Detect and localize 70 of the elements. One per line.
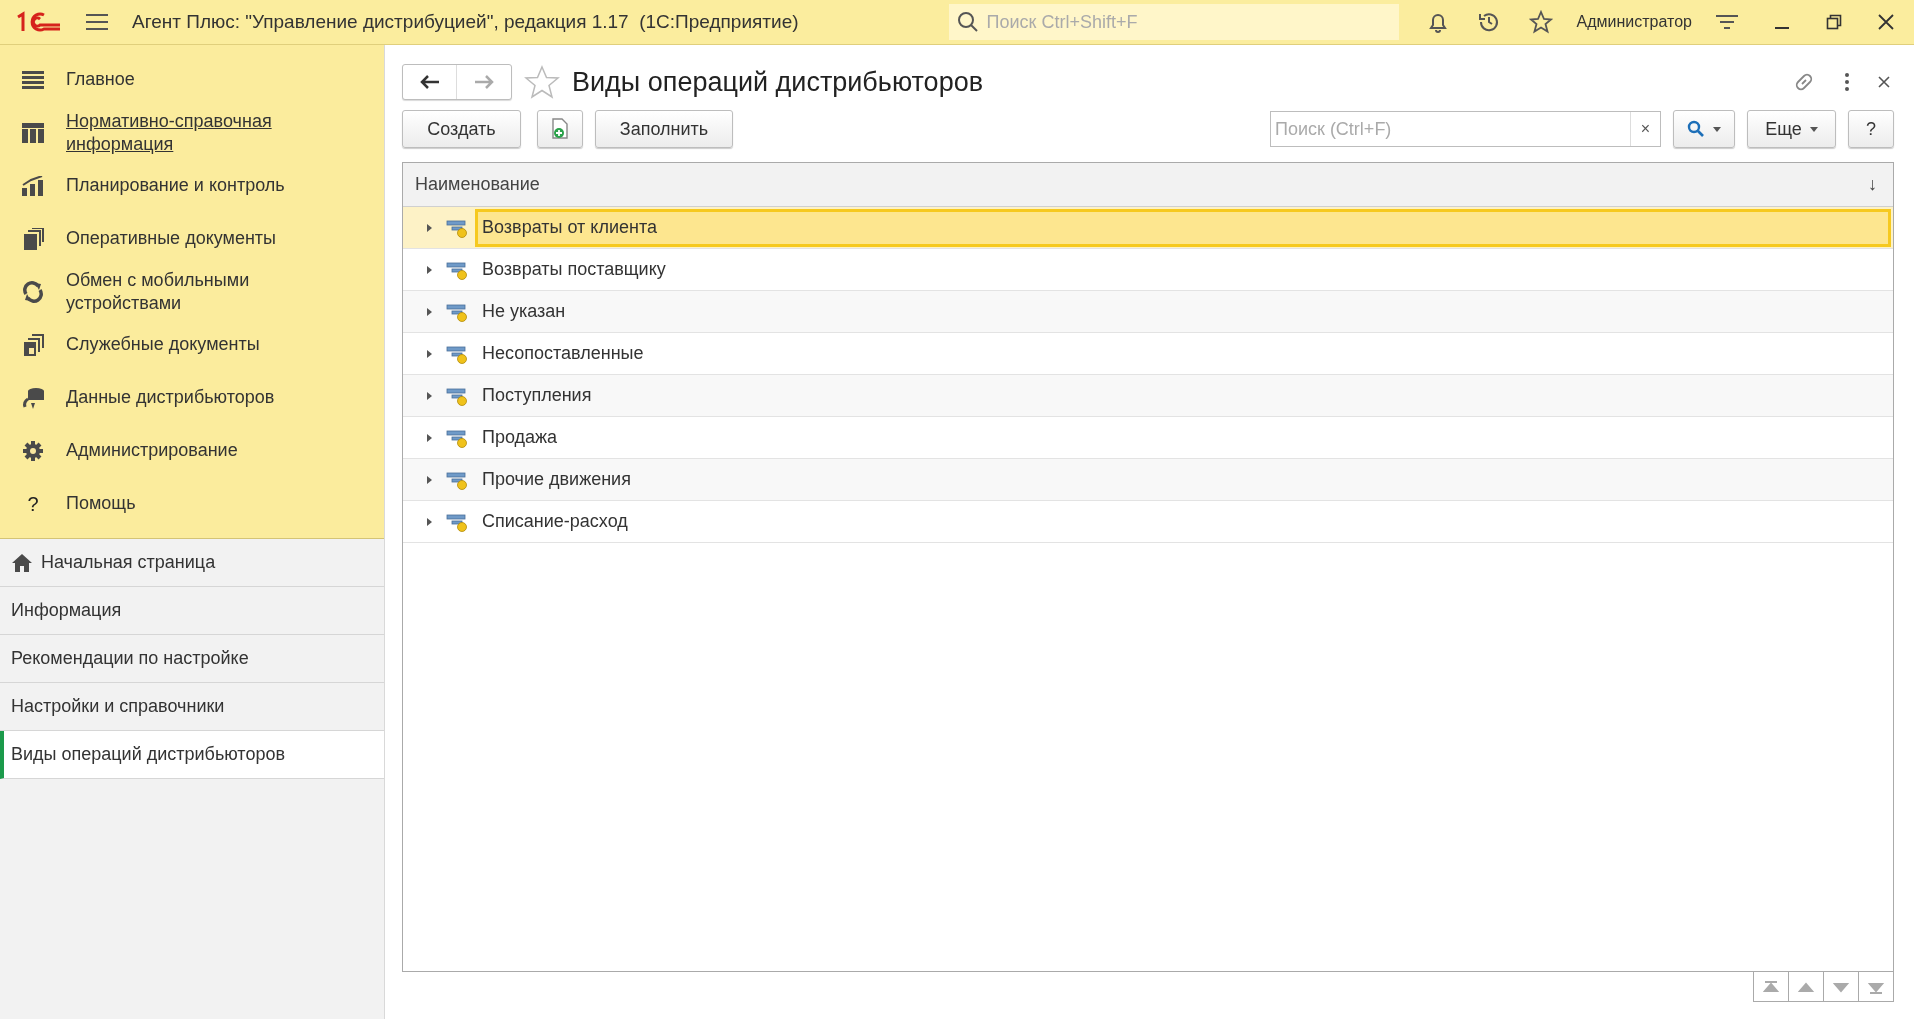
open-page-tab[interactable]: Начальная страница — [0, 539, 384, 587]
search-icon — [956, 11, 979, 33]
table-cell[interactable]: Несопоставленные — [475, 334, 1893, 373]
menu-icon[interactable] — [86, 13, 108, 31]
open-page-tab[interactable]: Виды операций дистрибьюторов — [0, 731, 384, 779]
clear-button[interactable]: × — [1630, 112, 1660, 146]
expand-arrow-icon[interactable] — [424, 474, 434, 485]
expand-arrow-icon[interactable] — [424, 306, 434, 317]
arrow-left-icon — [419, 75, 440, 89]
documents-icon — [22, 227, 44, 250]
section-item[interactable]: Администрирование — [0, 424, 384, 477]
search-field[interactable]: Поиск Ctrl+Shift+F — [948, 4, 1399, 40]
search-options-button[interactable] — [1673, 110, 1735, 148]
search-field[interactable]: Поиск (Ctrl+F) × — [1270, 111, 1661, 147]
section-item[interactable]: Оперативные документы — [0, 212, 384, 265]
help-icon: ? — [27, 488, 39, 519]
close-icon[interactable] — [1878, 14, 1894, 30]
table-cell[interactable]: Списание-расход — [475, 502, 1893, 541]
window-title: Агент Плюс: "Управление дистрибуцией", редакция 1.17 (1С:Предприятие) — [132, 9, 799, 34]
section-item[interactable]: Данные дистрибьюторов — [0, 371, 384, 424]
star-icon[interactable] — [1528, 10, 1553, 34]
star-icon[interactable] — [524, 65, 560, 99]
columns-icon — [22, 122, 44, 143]
expand-arrow-icon[interactable] — [424, 264, 434, 275]
expand-arrow-icon[interactable] — [424, 516, 434, 527]
history-icon[interactable] — [1476, 10, 1501, 34]
column-header[interactable]: Наименование ↓ — [403, 163, 1893, 207]
create-button[interactable]: Создать — [402, 110, 521, 148]
close-icon[interactable] — [1878, 76, 1890, 88]
bar-chart-icon — [22, 175, 44, 196]
section-item[interactable]: ? Помощь — [0, 477, 384, 530]
filter-icon[interactable] — [1716, 13, 1738, 31]
expand-arrow-icon[interactable] — [424, 432, 434, 443]
menu-icon — [22, 69, 44, 90]
home-icon — [11, 552, 33, 573]
help-button[interactable]: ? — [1848, 110, 1894, 148]
table-cell[interactable]: Возвраты от клиента — [475, 208, 1891, 247]
section-item[interactable]: Планирование и контроль — [0, 159, 384, 212]
bell-icon[interactable] — [1426, 11, 1449, 33]
document-plus-icon — [550, 118, 570, 140]
table-cell[interactable]: Возвраты поставщику — [475, 250, 1893, 289]
documents-icon — [22, 333, 44, 356]
database-icon — [21, 386, 45, 409]
section-item[interactable]: Служебные документы — [0, 318, 384, 371]
open-page-tab[interactable]: Рекомендации по настройке — [0, 635, 384, 683]
section-item[interactable]: Главное — [0, 53, 384, 106]
caret-icon — [1713, 126, 1721, 132]
caret-icon — [1809, 126, 1818, 132]
user-name[interactable]: Администратор — [1576, 10, 1692, 34]
section-item[interactable]: Нормативно-справочная информация — [0, 106, 384, 159]
section-item[interactable]: Обмен с мобильными устройствами — [0, 265, 384, 318]
search-icon — [1687, 120, 1705, 138]
fill-button[interactable]: Заполнить — [595, 110, 733, 148]
expand-arrow-icon[interactable] — [424, 222, 434, 233]
arrow-right-icon — [474, 75, 494, 89]
expand-arrow-icon[interactable] — [424, 348, 434, 359]
more-vertical-icon[interactable] — [1844, 72, 1850, 92]
restore-icon[interactable] — [1826, 14, 1842, 30]
settings-icon — [22, 439, 44, 462]
expand-arrow-icon[interactable] — [424, 390, 434, 401]
logo-icon — [16, 11, 62, 33]
open-page-tab[interactable]: Информация — [0, 587, 384, 635]
scroll-top-icon — [1762, 978, 1780, 995]
add-copy-button[interactable] — [537, 110, 583, 148]
more-button[interactable]: Еще — [1747, 110, 1836, 148]
table-cell[interactable]: Продажа — [475, 418, 1893, 457]
sort-arrow: ↓ — [1868, 173, 1877, 196]
refresh-icon — [22, 280, 44, 303]
column-title: Наименование — [415, 173, 540, 196]
form-title: Виды операций дистрибьюторов — [572, 65, 983, 99]
